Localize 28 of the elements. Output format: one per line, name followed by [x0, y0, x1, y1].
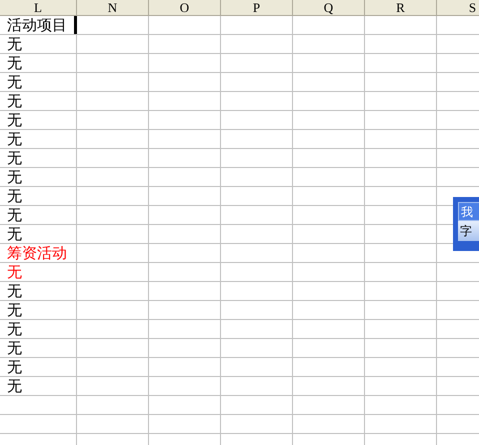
table-cell-text: 无 [6, 94, 22, 108]
table-cell-text: 无 [6, 74, 22, 90]
table-cell-text: 无 [6, 208, 22, 222]
toolbar-title: 我 [461, 206, 473, 218]
table-cell-text: 无 [6, 170, 22, 184]
column-header[interactable]: O [180, 1, 190, 14]
table-cell-text: 无 [6, 340, 22, 356]
column-header[interactable]: Q [324, 1, 334, 14]
table-cell-text: 无 [6, 36, 22, 52]
column-header[interactable]: R [396, 1, 405, 14]
table-cell-text: 活动项目 [6, 18, 67, 32]
table-cell-text: 无 [6, 284, 22, 298]
table-cell-text: 无 [6, 264, 22, 280]
table-cell-text: 无 [6, 188, 22, 204]
table-cell-text: 无 [6, 150, 22, 166]
table-cell-text: 无 [6, 132, 22, 146]
column-header[interactable]: L [34, 1, 42, 14]
table-cell-text: 无 [6, 226, 22, 242]
table-cell-text: 无 [6, 322, 22, 336]
table-cell-text: 无 [6, 56, 22, 70]
column-header[interactable]: N [108, 1, 118, 14]
table-cell-text: 无 [6, 302, 22, 318]
table-cell-text: 无 [6, 112, 22, 128]
table-cell-text: 无 [6, 360, 22, 374]
column-header[interactable]: S [468, 1, 476, 14]
table-cell-text: 筹资活动 [6, 246, 67, 260]
column-header[interactable]: P [252, 1, 260, 14]
table-cell-text: 无 [6, 378, 22, 394]
